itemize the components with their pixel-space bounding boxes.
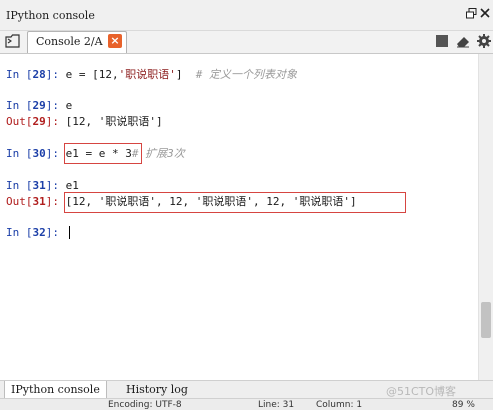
prompt-prefix: In [ <box>6 147 33 160</box>
code-comment: # 定义一个列表对象 <box>182 68 297 81</box>
console-tabbar: Console 2/A × <box>0 31 493 54</box>
console-line: Out[29]: [12, '职说职语'] <box>6 115 163 129</box>
highlight-box <box>64 143 142 164</box>
close-pane-icon[interactable] <box>480 8 490 21</box>
close-tab-icon[interactable]: × <box>108 34 122 48</box>
prompt-number: 30 <box>32 147 46 160</box>
tab-ipython-console[interactable]: IPython console <box>4 381 107 399</box>
tab-history-log[interactable]: History log <box>120 381 194 398</box>
statusbar: Encoding: UTF-8 Line: 31 Column: 1 89 % <box>0 398 493 410</box>
prompt-number: 29 <box>32 115 46 128</box>
pane-title: IPython console <box>6 9 95 22</box>
prompt-number: 29 <box>32 99 46 112</box>
string-literal: '职说职语' <box>118 68 176 81</box>
prompt-number: 31 <box>32 179 46 192</box>
prompt-suffix: ]: <box>45 68 66 81</box>
prompt-prefix: In [ <box>6 68 33 81</box>
console-line: In [31]: e1 <box>6 179 79 193</box>
console-output[interactable]: In [28]: e = [12,'职说职语'] # 定义一个列表对象 In [… <box>0 54 478 380</box>
code-text: e1 <box>65 179 79 192</box>
code-text: e <box>65 99 73 112</box>
new-console-icon[interactable] <box>4 32 22 50</box>
prompt-suffix: ]: <box>45 115 66 128</box>
highlight-box <box>64 192 406 213</box>
prompt-number: 31 <box>32 195 46 208</box>
prompt-prefix: In [ <box>6 226 33 239</box>
bottom-tabbar: IPython console History log @51CTO博客 <box>0 380 493 399</box>
prompt-suffix: ]: <box>45 226 66 239</box>
undock-icon[interactable] <box>466 8 477 22</box>
watermark-text: @51CTO博客 <box>386 385 457 398</box>
prompt-suffix: ]: <box>45 147 66 160</box>
prompt-suffix: ]: <box>45 99 66 112</box>
text-cursor <box>69 226 70 239</box>
output-text: [12, '职说职语'] <box>65 115 163 128</box>
gear-icon[interactable] <box>476 33 492 49</box>
prompt-number: 28 <box>32 68 46 81</box>
prompt-prefix: Out[ <box>6 115 33 128</box>
stop-icon[interactable] <box>434 33 450 49</box>
tab-console-2a[interactable]: Console 2/A × <box>27 31 127 53</box>
tab-label: Console 2/A <box>36 35 103 48</box>
prompt-number: 32 <box>32 226 46 239</box>
prompt-suffix: ]: <box>45 195 66 208</box>
prompt-prefix: Out[ <box>6 195 33 208</box>
scrollbar-thumb[interactable] <box>481 302 491 338</box>
console-line: In [28]: e = [12,'职说职语'] # 定义一个列表对象 <box>6 68 297 82</box>
prompt-prefix: In [ <box>6 99 33 112</box>
console-line: In [29]: e <box>6 99 72 113</box>
prompt-prefix: In [ <box>6 179 33 192</box>
code-text: e = [12, <box>65 68 119 81</box>
pane-titlebar: IPython console <box>0 0 493 31</box>
console-line: In [32]: <box>6 226 66 240</box>
eraser-icon[interactable] <box>455 33 471 49</box>
prompt-suffix: ]: <box>45 179 66 192</box>
